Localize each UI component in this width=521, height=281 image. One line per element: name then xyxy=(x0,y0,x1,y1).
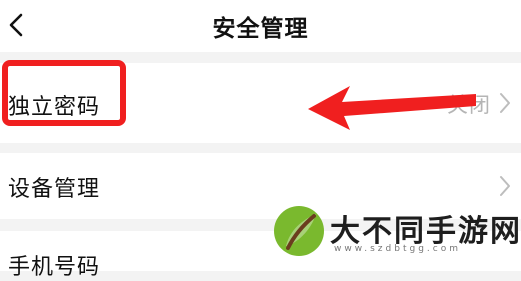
annotation-arrow-icon xyxy=(308,86,476,130)
settings-item-label: 手机号码 xyxy=(8,255,101,280)
chevron-right-icon xyxy=(500,176,510,196)
leaf-logo-icon xyxy=(274,206,324,256)
top-bar: 安全管理 xyxy=(0,0,521,52)
watermark: 大不同手游网 www.szdbtgg.com xyxy=(270,200,521,261)
watermark-url: www.szdbtgg.com xyxy=(334,244,461,254)
annotation-highlight-box xyxy=(2,60,126,126)
settings-item-label: 设备管理 xyxy=(8,177,101,202)
page-title: 安全管理 xyxy=(212,16,309,42)
chevron-right-icon xyxy=(500,93,510,113)
